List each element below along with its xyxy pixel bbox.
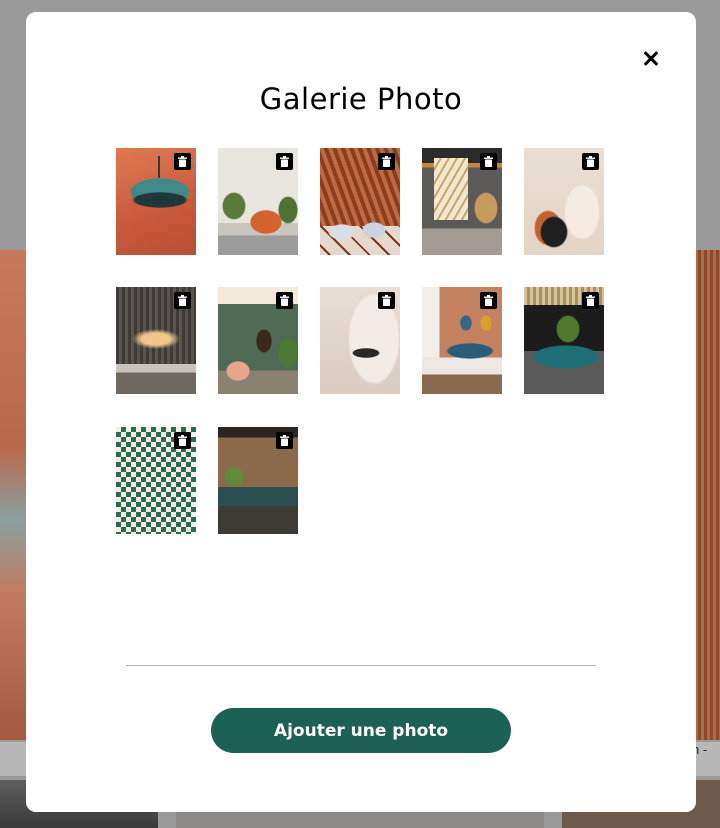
gallery-photo[interactable] (218, 148, 298, 255)
gallery-photo[interactable] (116, 427, 196, 534)
gallery-photo[interactable] (116, 287, 196, 394)
trash-icon[interactable] (378, 292, 395, 309)
gallery-photo[interactable] (320, 287, 400, 394)
trash-icon[interactable] (174, 153, 191, 170)
add-photo-button[interactable]: Ajouter une photo (211, 708, 511, 753)
trash-icon[interactable] (378, 153, 395, 170)
trash-icon[interactable] (174, 432, 191, 449)
modal-title: Galerie Photo (259, 82, 463, 116)
gallery-photo[interactable] (116, 148, 196, 255)
gallery-photo[interactable] (524, 287, 604, 394)
trash-icon[interactable] (174, 292, 191, 309)
trash-icon[interactable] (480, 292, 497, 309)
gallery-photo[interactable] (218, 427, 298, 534)
trash-icon[interactable] (276, 153, 293, 170)
gallery-modal: Galerie Photo Ajouter une photo (26, 12, 696, 812)
trash-icon[interactable] (582, 153, 599, 170)
close-icon[interactable] (638, 46, 664, 72)
trash-icon[interactable] (276, 292, 293, 309)
gallery-photo[interactable] (422, 287, 502, 394)
gallery-photo[interactable] (320, 148, 400, 255)
divider (126, 665, 596, 666)
gallery-photo[interactable] (524, 148, 604, 255)
trash-icon[interactable] (582, 292, 599, 309)
gallery-photo[interactable] (422, 148, 502, 255)
trash-icon[interactable] (480, 153, 497, 170)
gallery-photo[interactable] (218, 287, 298, 394)
trash-icon[interactable] (276, 432, 293, 449)
